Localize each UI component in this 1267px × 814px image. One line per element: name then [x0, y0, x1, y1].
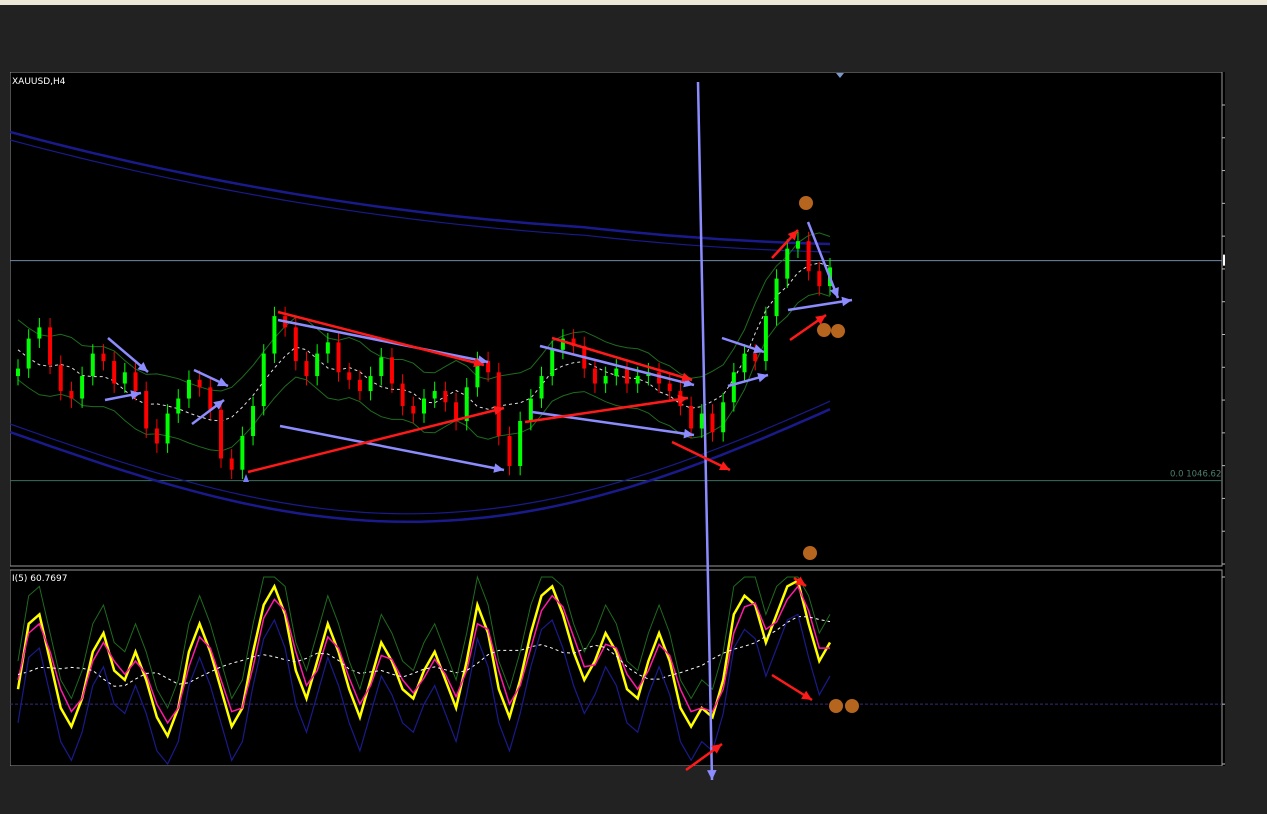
signal-marker-dot — [831, 324, 845, 338]
blue-arrow — [191, 399, 225, 425]
red-arrow-shaft — [551, 336, 693, 382]
blue-arrow — [539, 344, 695, 388]
signal-marker-dot — [803, 546, 817, 560]
blue-vertical-arrow-head — [707, 770, 717, 780]
red-arrow — [551, 336, 693, 382]
blue-arrow-shaft — [279, 424, 505, 472]
signal-marker-dot — [845, 699, 859, 713]
blue-arrow — [806, 221, 840, 299]
blue-arrow — [727, 373, 769, 388]
red-arrow-shaft — [277, 310, 485, 367]
signal-marker-dot — [829, 699, 843, 713]
blue-arrow-head — [753, 344, 764, 354]
signal-marker-dot — [799, 196, 813, 210]
blue-arrow-shaft — [277, 318, 489, 364]
red-arrow — [277, 310, 485, 368]
blue-vertical-arrow-shaft — [696, 81, 714, 781]
blue-vertical-arrow — [696, 81, 717, 781]
blue-arrow — [107, 337, 149, 373]
blue-arrow — [193, 368, 229, 388]
red-arrow — [685, 742, 723, 772]
blue-arrow — [279, 424, 505, 473]
red-arrow-head — [711, 744, 722, 754]
blue-arrow-head — [493, 463, 504, 473]
red-arrow — [771, 229, 799, 259]
red-arrow — [771, 673, 813, 702]
blue-arrow — [104, 390, 142, 402]
blue-arrow-head — [130, 390, 141, 400]
signal-marker-dot — [817, 323, 831, 337]
blue-arrow-head — [841, 296, 852, 307]
blue-arrow — [721, 336, 765, 354]
red-arrow — [793, 576, 807, 588]
blue-arrow — [787, 296, 853, 312]
blue-arrow-shaft — [531, 410, 695, 437]
red-arrow — [671, 440, 731, 472]
blue-arrow-shaft — [806, 221, 840, 299]
overlay — [104, 73, 859, 781]
top-marker-triangle — [836, 73, 844, 78]
red-arrow-shaft — [524, 396, 689, 424]
blue-arrow-shaft — [539, 344, 695, 387]
red-arrow — [524, 394, 689, 424]
blue-arrow — [531, 410, 695, 439]
low-marker-up-arrow — [243, 474, 249, 482]
